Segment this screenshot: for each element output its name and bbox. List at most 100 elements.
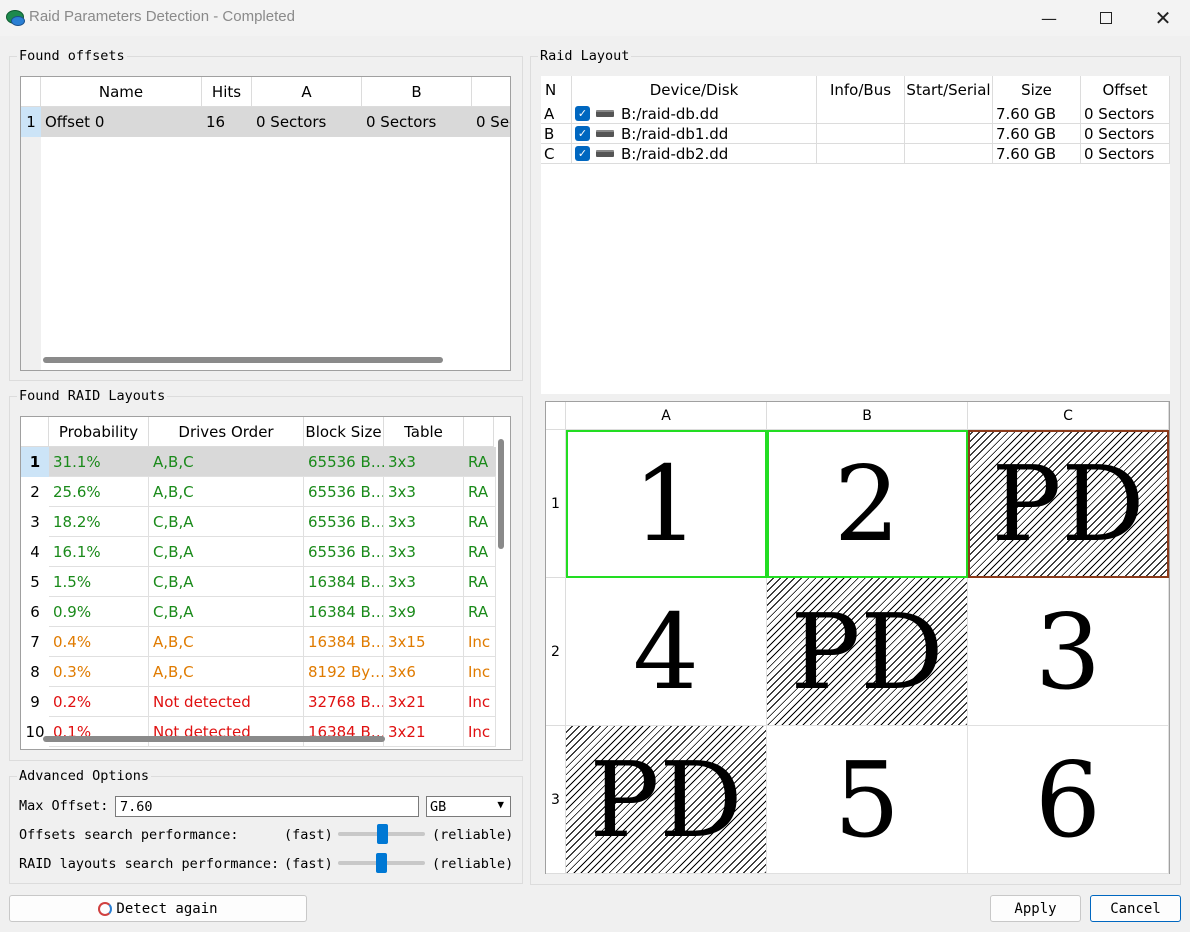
found-offsets-table[interactable]: Name Hits A B C 1 Offset 0 16 0 Sectors … <box>20 76 511 371</box>
device-checkbox[interactable]: ✓ <box>575 126 590 141</box>
layout-cell: 3x6 <box>384 657 464 687</box>
device-row[interactable]: C ✓ B:/raid-db2.dd 7.60 GB 0 Sectors <box>541 144 1170 164</box>
max-offset-label: Max Offset: <box>19 798 109 814</box>
table-row[interactable]: 3 18.2% C,B,A 65536 B… 3x3 RA <box>21 507 496 537</box>
parity-block: PD <box>566 726 767 874</box>
table-row[interactable]: 9 0.2% Not detected 32768 B… 3x21 Inc <box>21 687 496 717</box>
offset-c: 0 Secto <box>476 113 510 131</box>
app-icon <box>5 8 25 28</box>
layout-cell: 0.9% <box>49 597 149 627</box>
layout-cell: RA <box>464 447 496 477</box>
col-offset[interactable]: Offset <box>1081 76 1170 104</box>
col-extra[interactable] <box>464 417 494 447</box>
layout-cell: 16.1% <box>49 537 149 567</box>
parity-block: PD <box>968 430 1169 578</box>
col-a[interactable]: A <box>252 77 362 107</box>
grid-row-header: 3 <box>546 726 566 874</box>
detect-again-button[interactable]: Detect again <box>9 895 307 922</box>
device-info <box>817 124 905 144</box>
raid-layout-table[interactable]: N Device/Disk Info/Bus Start/Serial Size… <box>541 76 1170 394</box>
offsets-reliable-label: (reliable) <box>432 827 514 843</box>
grid-col-header: C <box>968 402 1169 430</box>
device-start <box>905 104 993 124</box>
layout-cell: 3x3 <box>384 567 464 597</box>
close-button[interactable]: ✕ <box>1134 0 1190 36</box>
window-title: Raid Parameters Detection - Completed <box>29 8 295 25</box>
offsets-performance-slider-thumb[interactable] <box>376 824 388 844</box>
col-size[interactable]: Size <box>993 76 1081 104</box>
col-start-serial[interactable]: Start/Serial <box>905 76 993 104</box>
col-drives-order[interactable]: Drives Order <box>149 417 304 447</box>
row-number: 7 <box>30 633 40 651</box>
layout-cell: A,B,C <box>149 477 304 507</box>
layout-cell: 3x3 <box>384 447 464 477</box>
device-info <box>817 144 905 164</box>
layout-cell: C,B,A <box>149 567 304 597</box>
grid-col-header: A <box>566 402 767 430</box>
layout-cell: 31.1% <box>49 447 149 477</box>
table-row[interactable]: 6 0.9% C,B,A 16384 B… 3x9 RA <box>21 597 496 627</box>
table-row[interactable]: 2 25.6% A,B,C 65536 B… 3x3 RA <box>21 477 496 507</box>
row-number: 5 <box>30 573 40 591</box>
row-number: 4 <box>30 543 40 561</box>
minimize-button[interactable]: — <box>1020 0 1078 36</box>
layout-cell: 16384 B… <box>304 567 384 597</box>
table-row[interactable]: 8 0.3% A,B,C 8192 By… 3x6 Inc <box>21 657 496 687</box>
col-name[interactable]: Name <box>41 77 202 107</box>
col-block-size[interactable]: Block Size <box>304 417 384 447</box>
col-probability[interactable]: Probability <box>49 417 149 447</box>
max-offset-input[interactable]: 7.60 <box>115 796 419 817</box>
offsets-hscrollbar[interactable] <box>43 357 443 363</box>
raid-layouts-hscrollbar[interactable] <box>43 736 385 742</box>
raid-performance-slider-thumb[interactable] <box>375 853 387 873</box>
raid-reliable-label: (reliable) <box>432 856 514 872</box>
col-device[interactable]: Device/Disk <box>572 76 817 104</box>
unit-select[interactable]: GB ▼ <box>426 796 511 817</box>
layout-cell: RA <box>464 567 496 597</box>
table-row[interactable]: 5 1.5% C,B,A 16384 B… 3x3 RA <box>21 567 496 597</box>
apply-button[interactable]: Apply <box>990 895 1081 922</box>
layout-cell: Inc <box>464 627 496 657</box>
layout-cell: Inc <box>464 687 496 717</box>
table-row[interactable]: 10 0.1% Not detected 16384 B… 3x21 Inc <box>21 717 496 747</box>
device-checkbox[interactable]: ✓ <box>575 146 590 161</box>
table-row[interactable]: 4 16.1% C,B,A 65536 B… 3x3 RA <box>21 537 496 567</box>
device-size: 7.60 GB <box>993 124 1081 144</box>
device-row[interactable]: B ✓ B:/raid-db1.dd 7.60 GB 0 Sectors <box>541 124 1170 144</box>
block-label: PD <box>991 442 1145 565</box>
table-row[interactable]: 7 0.4% A,B,C 16384 B… 3x15 Inc <box>21 627 496 657</box>
cancel-button[interactable]: Cancel <box>1090 895 1181 922</box>
drive-icon <box>596 110 614 117</box>
row-number: 6 <box>30 603 40 621</box>
col-b[interactable]: B <box>362 77 472 107</box>
device-n: C <box>541 144 572 164</box>
maximize-button[interactable] <box>1077 0 1135 36</box>
layout-cell: 0.3% <box>49 657 149 687</box>
col-table[interactable]: Table <box>384 417 464 447</box>
col-c[interactable]: C <box>472 77 510 107</box>
col-info-bus[interactable]: Info/Bus <box>817 76 905 104</box>
offset-b: 0 Sectors <box>366 113 437 131</box>
offset-name: Offset 0 <box>45 113 105 131</box>
layout-cell: 3x3 <box>384 477 464 507</box>
col-hits[interactable]: Hits <box>202 77 252 107</box>
raid-layouts-table[interactable]: Probability Drives Order Block Size Tabl… <box>20 416 511 750</box>
layout-cell: 8192 By… <box>304 657 384 687</box>
table-row[interactable]: 1 31.1% A,B,C 65536 B… 3x3 RA <box>21 447 496 477</box>
device-row[interactable]: A ✓ B:/raid-db.dd 7.60 GB 0 Sectors <box>541 104 1170 124</box>
layout-cell: 16384 B… <box>304 717 384 747</box>
raid-layouts-vscrollbar[interactable] <box>498 439 504 549</box>
block-label: 4 <box>632 590 700 713</box>
layout-cell: 1.5% <box>49 567 149 597</box>
layout-cell: 0.4% <box>49 627 149 657</box>
offset-hits: 16 <box>206 113 226 131</box>
grid-col-header: B <box>767 402 968 430</box>
col-n[interactable]: N <box>541 76 572 104</box>
data-block: 3 <box>968 578 1169 726</box>
device-checkbox[interactable]: ✓ <box>575 106 590 121</box>
device-cell: ✓ B:/raid-db.dd <box>572 104 817 124</box>
detect-icon <box>98 901 113 916</box>
advanced-options-label: Advanced Options <box>17 768 152 784</box>
offsets-performance-label: Offsets search performance: <box>19 827 239 843</box>
layout-cell: RA <box>464 537 496 567</box>
